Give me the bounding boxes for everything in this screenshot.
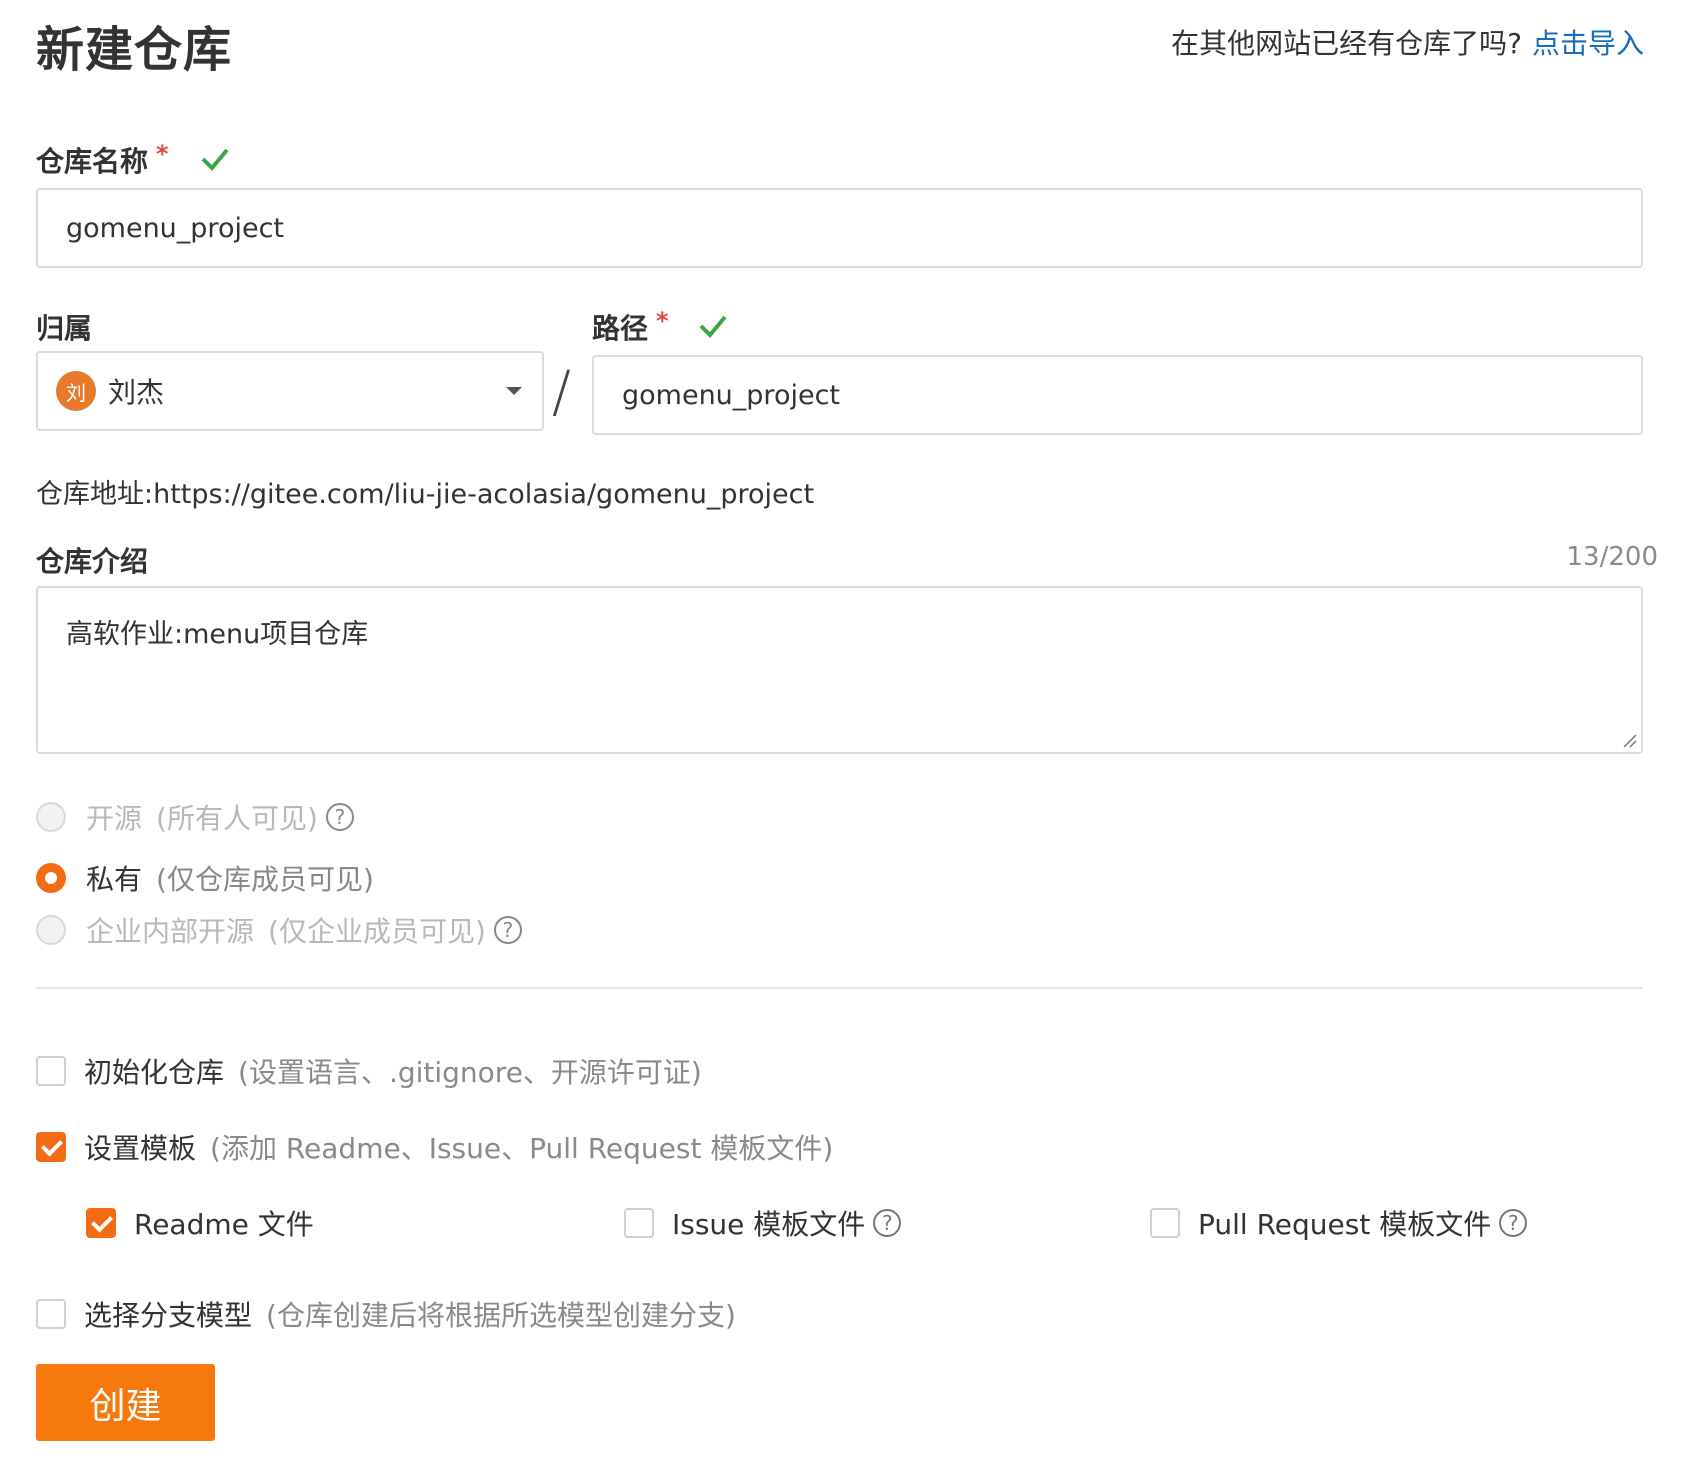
visibility-hint: (所有人可见) xyxy=(156,802,318,835)
radio-public[interactable] xyxy=(36,802,66,832)
path-label-text: 路径 xyxy=(592,312,649,345)
import-link[interactable]: 点击导入 xyxy=(1532,27,1644,60)
radio-private[interactable] xyxy=(36,863,66,893)
owner-path-separator: / xyxy=(552,360,571,425)
issue-checkbox[interactable] xyxy=(624,1208,654,1238)
template-hint: (添加 Readme、Issue、Pull Request 模板文件) xyxy=(210,1132,834,1165)
pull-request-checkbox[interactable] xyxy=(1150,1208,1180,1238)
template-file-label: Readme 文件 xyxy=(134,1208,314,1241)
valid-check-icon xyxy=(699,315,727,338)
required-mark: * xyxy=(156,140,169,168)
visibility-label: 私有 xyxy=(86,863,143,896)
repo-name-input[interactable]: gomenu_project xyxy=(36,188,1643,268)
chevron-down-icon xyxy=(506,387,522,395)
visibility-label: 企业内部开源 xyxy=(86,915,255,948)
repo-name-value: gomenu_project xyxy=(66,212,285,244)
owner-select[interactable]: 刘 刘杰 xyxy=(36,351,544,431)
help-icon[interactable]: ? xyxy=(1499,1209,1528,1237)
help-icon[interactable]: ? xyxy=(873,1209,902,1237)
branch-model-option[interactable]: 选择分支模型 (仓库创建后将根据所选模型创建分支) xyxy=(36,1294,736,1334)
template-option[interactable]: 设置模板 (添加 Readme、Issue、Pull Request 模板文件) xyxy=(36,1127,833,1167)
create-button[interactable]: 创建 xyxy=(36,1364,215,1441)
branch-model-checkbox[interactable] xyxy=(36,1299,66,1329)
avatar: 刘 xyxy=(56,371,96,411)
path-label: 路径 * xyxy=(592,307,669,347)
template-label: 设置模板 xyxy=(84,1132,197,1165)
template-file-issue[interactable]: Issue 模板文件 ? xyxy=(624,1203,902,1243)
init-repo-hint: (设置语言、.gitignore、开源许可证) xyxy=(238,1056,702,1089)
repo-name-label: 仓库名称 * xyxy=(36,140,169,180)
help-icon[interactable]: ? xyxy=(325,803,354,831)
page-title: 新建仓库 xyxy=(36,22,233,78)
import-prompt: 在其他网站已经有仓库了吗? 点击导入 xyxy=(1171,22,1644,62)
visibility-hint: (仅企业成员可见) xyxy=(268,915,486,948)
path-value: gomenu_project xyxy=(622,379,841,411)
repo-name-label-text: 仓库名称 xyxy=(36,145,149,178)
owner-selected-value: 刘杰 xyxy=(108,376,165,409)
init-repo-checkbox[interactable] xyxy=(36,1056,66,1086)
template-file-readme[interactable]: Readme 文件 xyxy=(86,1203,314,1243)
template-file-label: Pull Request 模板文件 xyxy=(1198,1208,1492,1241)
visibility-hint: (仅仓库成员可见) xyxy=(156,863,374,896)
visibility-option-enterprise[interactable]: 企业内部开源 (仅企业成员可见) ? xyxy=(36,910,522,950)
branch-model-hint: (仓库创建后将根据所选模型创建分支) xyxy=(266,1299,736,1332)
resize-handle-icon[interactable] xyxy=(1621,732,1637,748)
branch-model-label: 选择分支模型 xyxy=(84,1299,253,1332)
description-textarea[interactable]: 高软作业:menu项目仓库 xyxy=(36,586,1643,754)
repo-address: 仓库地址:https://gitee.com/liu-jie-acolasia/… xyxy=(36,479,815,510)
visibility-option-private[interactable]: 私有 (仅仓库成员可见) xyxy=(36,858,374,898)
template-file-label: Issue 模板文件 xyxy=(672,1208,866,1241)
visibility-option-public[interactable]: 开源 (所有人可见) ? xyxy=(36,797,354,837)
init-repo-option[interactable]: 初始化仓库 (设置语言、.gitignore、开源许可证) xyxy=(36,1051,702,1091)
description-counter: 13/200 xyxy=(1566,542,1658,572)
owner-label: 归属 xyxy=(36,312,93,345)
readme-checkbox[interactable] xyxy=(86,1208,116,1238)
template-checkbox[interactable] xyxy=(36,1132,66,1162)
new-repo-page: 新建仓库 在其他网站已经有仓库了吗? 点击导入 仓库名称 * gomenu_proj… xyxy=(0,0,1699,1458)
radio-enterprise[interactable] xyxy=(36,915,66,945)
valid-check-icon xyxy=(201,148,229,171)
path-input[interactable]: gomenu_project xyxy=(592,355,1643,435)
visibility-label: 开源 xyxy=(86,802,143,835)
section-divider xyxy=(36,987,1643,989)
import-prompt-text: 在其他网站已经有仓库了吗? xyxy=(1171,27,1522,60)
help-icon[interactable]: ? xyxy=(493,916,522,944)
description-value: 高软作业:menu项目仓库 xyxy=(66,619,369,650)
init-repo-label: 初始化仓库 xyxy=(84,1056,225,1089)
required-mark: * xyxy=(656,307,669,335)
description-label: 仓库介绍 xyxy=(36,545,149,578)
template-file-pull-request[interactable]: Pull Request 模板文件 ? xyxy=(1150,1203,1528,1243)
